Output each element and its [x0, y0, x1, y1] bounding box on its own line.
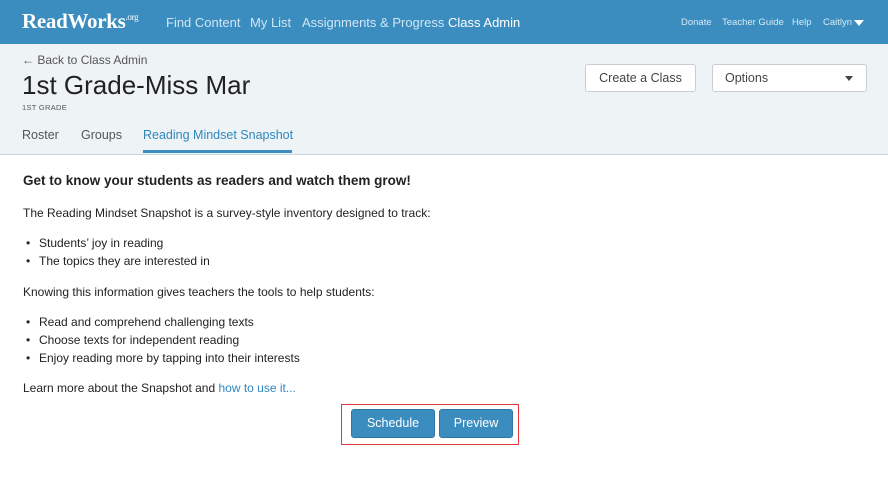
top-nav-bar: ReadWorks.org Find Content My List Assig…	[0, 0, 888, 44]
nav-donate[interactable]: Donate	[681, 17, 712, 28]
active-tab-indicator	[143, 150, 292, 153]
nav-teacher-guide[interactable]: Teacher Guide	[722, 17, 784, 28]
learn-more-text: Learn more about the Snapshot and how to…	[23, 381, 296, 395]
nav-help[interactable]: Help	[792, 17, 812, 28]
user-menu-caret-icon[interactable]	[854, 20, 864, 26]
page-title: 1st Grade-Miss Mar	[22, 70, 251, 100]
nav-class-admin[interactable]: Class Admin	[448, 15, 520, 30]
user-menu[interactable]: Caitlyn	[823, 17, 852, 28]
options-label: Options	[725, 71, 769, 85]
preview-button[interactable]: Preview	[439, 409, 513, 438]
nav-assignments-progress[interactable]: Assignments & Progress	[302, 15, 444, 30]
options-dropdown[interactable]: Options	[712, 64, 867, 92]
tab-groups[interactable]: Groups	[81, 128, 122, 142]
grade-caption: 1ST GRADE	[22, 103, 68, 112]
back-to-class-admin-link[interactable]: ← Back to Class Admin	[22, 53, 147, 67]
options-caret-icon	[845, 76, 853, 81]
list-item: Enjoy reading more by tapping into their…	[26, 351, 300, 365]
schedule-button[interactable]: Schedule	[351, 409, 435, 438]
list-item: Students’ joy in reading	[26, 236, 163, 250]
section-heading: Get to know your students as readers and…	[23, 173, 411, 188]
tab-reading-mindset-snapshot[interactable]: Reading Mindset Snapshot	[143, 128, 293, 142]
list-item: Read and comprehend challenging texts	[26, 315, 254, 329]
readworks-logo[interactable]: ReadWorks.org	[22, 9, 139, 34]
nav-my-list[interactable]: My List	[250, 15, 291, 30]
tools-intro-text: Knowing this information gives teachers …	[23, 285, 375, 299]
class-header: ← Back to Class Admin 1st Grade-Miss Mar…	[0, 44, 888, 155]
list-item: The topics they are interested in	[26, 254, 210, 268]
tab-roster[interactable]: Roster	[22, 128, 59, 142]
create-class-button[interactable]: Create a Class	[585, 64, 696, 92]
nav-find-content[interactable]: Find Content	[166, 15, 240, 30]
how-to-use-link[interactable]: how to use it...	[218, 381, 295, 395]
list-item: Choose texts for independent reading	[26, 333, 239, 347]
intro-text: The Reading Mindset Snapshot is a survey…	[23, 206, 431, 220]
